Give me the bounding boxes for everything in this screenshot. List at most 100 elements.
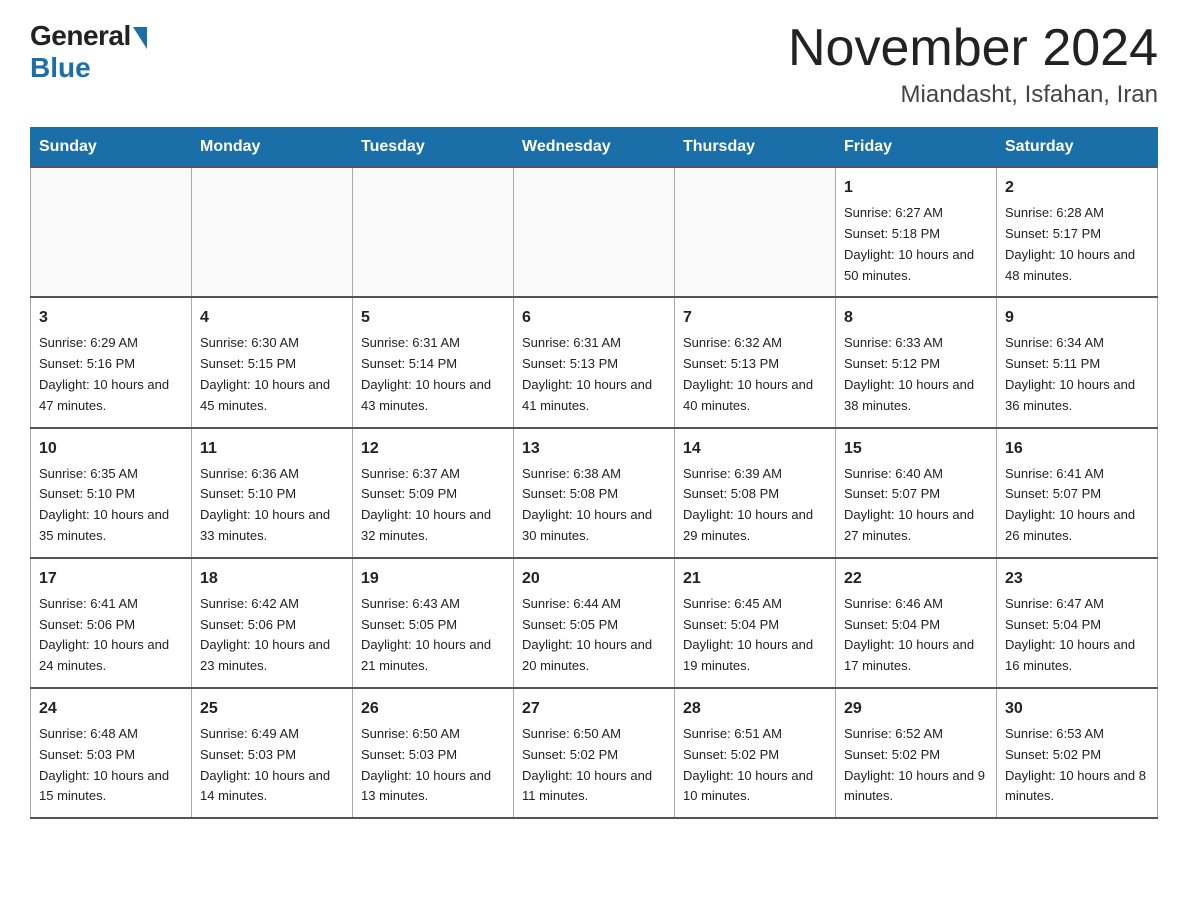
calendar-week-row: 17 Sunrise: 6:41 AMSunset: 5:06 PMDayligh… xyxy=(31,558,1158,688)
day-info: Sunrise: 6:49 AMSunset: 5:03 PMDaylight:… xyxy=(200,724,344,807)
day-number: 14 xyxy=(683,437,827,461)
location-title: Miandasht, Isfahan, Iran xyxy=(788,81,1158,109)
calendar-cell: 25 Sunrise: 6:49 AMSunset: 5:03 PMDayligh… xyxy=(192,688,353,818)
day-number: 5 xyxy=(361,306,505,330)
calendar-cell: 10 Sunrise: 6:35 AMSunset: 5:10 PMDayligh… xyxy=(31,428,192,558)
calendar-cell: 13Sunrise: 6:38 AMSunset: 5:08 PMDayligh… xyxy=(514,428,675,558)
day-info: Sunrise: 6:40 AMSunset: 5:07 PMDaylight:… xyxy=(844,464,988,547)
calendar-cell: 17 Sunrise: 6:41 AMSunset: 5:06 PMDayligh… xyxy=(31,558,192,688)
calendar-cell: 14 Sunrise: 6:39 AMSunset: 5:08 PMDayligh… xyxy=(675,428,836,558)
weekday-header-sunday: Sunday xyxy=(31,128,192,168)
month-title: November 2024 xyxy=(788,20,1158,77)
day-number: 23 xyxy=(1005,567,1149,591)
calendar-table: SundayMondayTuesdayWednesdayThursdayFrid… xyxy=(30,127,1158,819)
day-number: 4 xyxy=(200,306,344,330)
calendar-cell: 24 Sunrise: 6:48 AMSunset: 5:03 PMDayligh… xyxy=(31,688,192,818)
day-info: Sunrise: 6:44 AMSunset: 5:05 PMDaylight:… xyxy=(522,594,666,677)
day-info: Sunrise: 6:48 AMSunset: 5:03 PMDaylight:… xyxy=(39,724,183,807)
day-number: 18 xyxy=(200,567,344,591)
weekday-header-tuesday: Tuesday xyxy=(353,128,514,168)
day-info: Sunrise: 6:47 AMSunset: 5:04 PMDaylight:… xyxy=(1005,594,1149,677)
day-number: 25 xyxy=(200,697,344,721)
day-number: 17 xyxy=(39,567,183,591)
day-number: 27 xyxy=(522,697,666,721)
title-area: November 2024 Miandasht, Isfahan, Iran xyxy=(788,20,1158,109)
calendar-cell: 5 Sunrise: 6:31 AMSunset: 5:14 PMDaylight… xyxy=(353,297,514,427)
calendar-cell: 23 Sunrise: 6:47 AMSunset: 5:04 PMDayligh… xyxy=(997,558,1158,688)
day-info: Sunrise: 6:41 AMSunset: 5:07 PMDaylight:… xyxy=(1005,464,1149,547)
calendar-cell: 2 Sunrise: 6:28 AMSunset: 5:17 PMDaylight… xyxy=(997,167,1158,297)
day-info: Sunrise: 6:52 AMSunset: 5:02 PMDaylight:… xyxy=(844,724,988,807)
calendar-week-row: 3Sunrise: 6:29 AMSunset: 5:16 PMDaylight… xyxy=(31,297,1158,427)
day-number: 1 xyxy=(844,176,988,200)
day-number: 15 xyxy=(844,437,988,461)
calendar-cell xyxy=(675,167,836,297)
day-number: 26 xyxy=(361,697,505,721)
day-info: Sunrise: 6:28 AMSunset: 5:17 PMDaylight:… xyxy=(1005,203,1149,286)
calendar-cell xyxy=(192,167,353,297)
day-number: 10 xyxy=(39,437,183,461)
logo-arrow-icon xyxy=(133,27,147,49)
day-number: 8 xyxy=(844,306,988,330)
calendar-cell: 18Sunrise: 6:42 AMSunset: 5:06 PMDayligh… xyxy=(192,558,353,688)
day-info: Sunrise: 6:32 AMSunset: 5:13 PMDaylight:… xyxy=(683,333,827,416)
day-info: Sunrise: 6:43 AMSunset: 5:05 PMDaylight:… xyxy=(361,594,505,677)
calendar-cell: 6Sunrise: 6:31 AMSunset: 5:13 PMDaylight… xyxy=(514,297,675,427)
calendar-header-row: SundayMondayTuesdayWednesdayThursdayFrid… xyxy=(31,128,1158,168)
calendar-week-row: 10 Sunrise: 6:35 AMSunset: 5:10 PMDayligh… xyxy=(31,428,1158,558)
calendar-cell xyxy=(514,167,675,297)
day-info: Sunrise: 6:35 AMSunset: 5:10 PMDaylight:… xyxy=(39,464,183,547)
calendar-cell: 11 Sunrise: 6:36 AMSunset: 5:10 PMDayligh… xyxy=(192,428,353,558)
day-number: 6 xyxy=(522,306,666,330)
calendar-cell: 16Sunrise: 6:41 AMSunset: 5:07 PMDayligh… xyxy=(997,428,1158,558)
day-info: Sunrise: 6:27 AMSunset: 5:18 PMDaylight:… xyxy=(844,203,988,286)
day-info: Sunrise: 6:30 AMSunset: 5:15 PMDaylight:… xyxy=(200,333,344,416)
day-number: 11 xyxy=(200,437,344,461)
calendar-cell: 1 Sunrise: 6:27 AMSunset: 5:18 PMDaylight… xyxy=(836,167,997,297)
day-number: 19 xyxy=(361,567,505,591)
calendar-cell: 29Sunrise: 6:52 AMSunset: 5:02 PMDayligh… xyxy=(836,688,997,818)
day-number: 9 xyxy=(1005,306,1149,330)
weekday-header-friday: Friday xyxy=(836,128,997,168)
day-number: 28 xyxy=(683,697,827,721)
calendar-cell: 20 Sunrise: 6:44 AMSunset: 5:05 PMDayligh… xyxy=(514,558,675,688)
day-info: Sunrise: 6:37 AMSunset: 5:09 PMDaylight:… xyxy=(361,464,505,547)
weekday-header-thursday: Thursday xyxy=(675,128,836,168)
calendar-cell xyxy=(31,167,192,297)
day-number: 7 xyxy=(683,306,827,330)
calendar-cell: 30Sunrise: 6:53 AMSunset: 5:02 PMDayligh… xyxy=(997,688,1158,818)
day-number: 13 xyxy=(522,437,666,461)
calendar-cell: 27 Sunrise: 6:50 AMSunset: 5:02 PMDayligh… xyxy=(514,688,675,818)
page-header: General Blue November 2024 Miandasht, Is… xyxy=(30,20,1158,109)
day-info: Sunrise: 6:31 AMSunset: 5:14 PMDaylight:… xyxy=(361,333,505,416)
day-info: Sunrise: 6:50 AMSunset: 5:03 PMDaylight:… xyxy=(361,724,505,807)
calendar-cell: 28 Sunrise: 6:51 AMSunset: 5:02 PMDayligh… xyxy=(675,688,836,818)
day-info: Sunrise: 6:51 AMSunset: 5:02 PMDaylight:… xyxy=(683,724,827,807)
day-info: Sunrise: 6:50 AMSunset: 5:02 PMDaylight:… xyxy=(522,724,666,807)
day-info: Sunrise: 6:53 AMSunset: 5:02 PMDaylight:… xyxy=(1005,724,1149,807)
calendar-cell: 19 Sunrise: 6:43 AMSunset: 5:05 PMDayligh… xyxy=(353,558,514,688)
calendar-cell: 22 Sunrise: 6:46 AMSunset: 5:04 PMDayligh… xyxy=(836,558,997,688)
calendar-cell: 21Sunrise: 6:45 AMSunset: 5:04 PMDayligh… xyxy=(675,558,836,688)
weekday-header-saturday: Saturday xyxy=(997,128,1158,168)
calendar-week-row: 1 Sunrise: 6:27 AMSunset: 5:18 PMDaylight… xyxy=(31,167,1158,297)
day-number: 24 xyxy=(39,697,183,721)
day-info: Sunrise: 6:41 AMSunset: 5:06 PMDaylight:… xyxy=(39,594,183,677)
calendar-week-row: 24 Sunrise: 6:48 AMSunset: 5:03 PMDayligh… xyxy=(31,688,1158,818)
day-info: Sunrise: 6:33 AMSunset: 5:12 PMDaylight:… xyxy=(844,333,988,416)
calendar-cell: 8 Sunrise: 6:33 AMSunset: 5:12 PMDaylight… xyxy=(836,297,997,427)
calendar-cell: 26 Sunrise: 6:50 AMSunset: 5:03 PMDayligh… xyxy=(353,688,514,818)
day-number: 22 xyxy=(844,567,988,591)
day-number: 2 xyxy=(1005,176,1149,200)
day-number: 20 xyxy=(522,567,666,591)
day-info: Sunrise: 6:34 AMSunset: 5:11 PMDaylight:… xyxy=(1005,333,1149,416)
day-info: Sunrise: 6:39 AMSunset: 5:08 PMDaylight:… xyxy=(683,464,827,547)
day-info: Sunrise: 6:36 AMSunset: 5:10 PMDaylight:… xyxy=(200,464,344,547)
day-info: Sunrise: 6:46 AMSunset: 5:04 PMDaylight:… xyxy=(844,594,988,677)
day-number: 21 xyxy=(683,567,827,591)
logo-general-text: General xyxy=(30,20,131,52)
logo: General Blue xyxy=(30,20,147,84)
calendar-cell: 3Sunrise: 6:29 AMSunset: 5:16 PMDaylight… xyxy=(31,297,192,427)
calendar-cell: 12Sunrise: 6:37 AMSunset: 5:09 PMDayligh… xyxy=(353,428,514,558)
day-info: Sunrise: 6:29 AMSunset: 5:16 PMDaylight:… xyxy=(39,333,183,416)
